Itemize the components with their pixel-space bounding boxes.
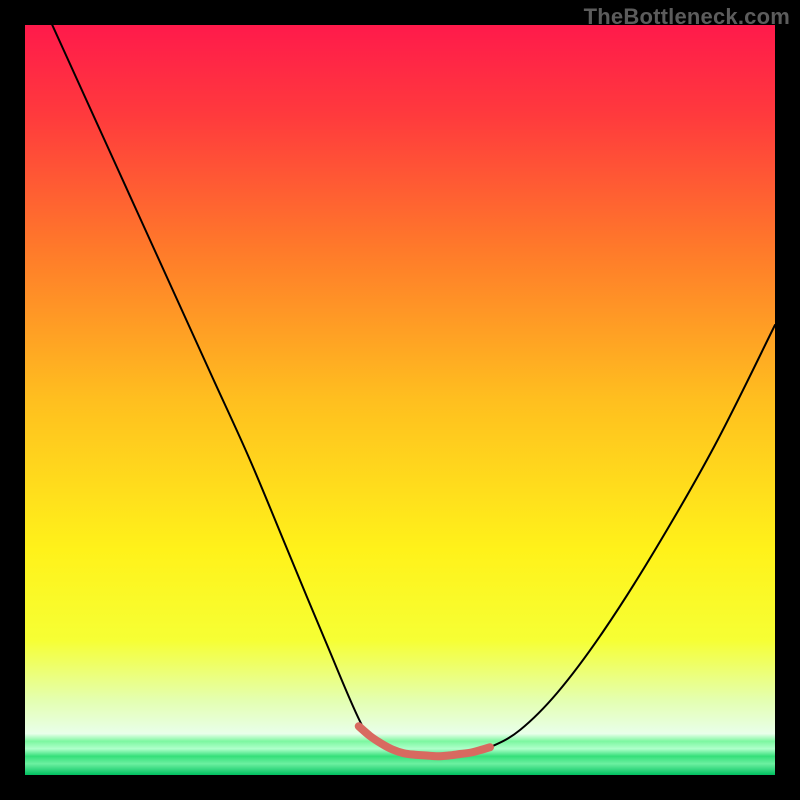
plot-area xyxy=(25,25,775,775)
chart-svg xyxy=(25,25,775,775)
watermark-text: TheBottleneck.com xyxy=(584,4,790,30)
gradient-background xyxy=(25,25,775,775)
chart-frame: TheBottleneck.com xyxy=(0,0,800,800)
